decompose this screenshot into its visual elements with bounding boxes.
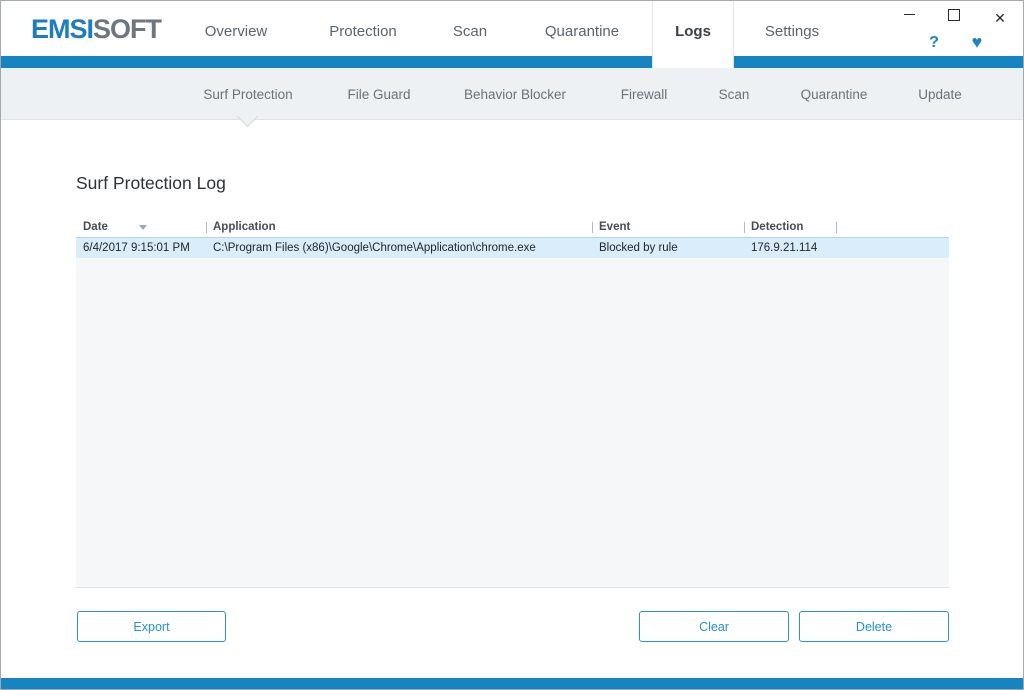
surf-protection-log-table: Date Application Event Detection 6/4/201… <box>76 219 949 588</box>
column-header-detection[interactable]: Detection <box>744 219 836 237</box>
logs-subnav: Surf Protection File Guard Behavior Bloc… <box>1 68 1023 120</box>
subnav-behavior-blocker[interactable]: Behavior Blocker <box>464 68 566 119</box>
help-button[interactable]: ? <box>922 32 946 54</box>
heart-button[interactable]: ♥ <box>965 31 989 53</box>
logo-text-soft: SOFT <box>93 14 162 44</box>
cell-detection: 176.9.21.114 <box>751 242 818 254</box>
column-divider <box>744 222 745 233</box>
table-empty-area <box>76 258 949 587</box>
column-header-date[interactable]: Date <box>76 219 206 237</box>
subnav-quarantine[interactable]: Quarantine <box>801 68 868 119</box>
column-header-spacer <box>836 219 949 237</box>
close-icon: ✕ <box>994 10 1006 26</box>
column-header-application[interactable]: Application <box>206 219 592 237</box>
emsisoft-logo: EMSISOFT <box>31 14 162 44</box>
column-header-event[interactable]: Event <box>592 219 744 237</box>
heart-icon: ♥ <box>971 32 983 52</box>
cell-application: C:\Program Files (x86)\Google\Chrome\App… <box>213 242 536 254</box>
app-window: EMSISOFT Overview Protection Scan Quaran… <box>0 0 1024 690</box>
subnav-file-guard[interactable]: File Guard <box>347 68 410 119</box>
maximize-button[interactable] <box>939 6 969 30</box>
accent-bar <box>1 56 1023 68</box>
bottom-accent-bar <box>1 678 1023 689</box>
tab-overview[interactable]: Overview <box>205 1 268 56</box>
tab-protection[interactable]: Protection <box>329 1 397 56</box>
sort-descending-icon <box>139 225 147 230</box>
question-mark-icon: ? <box>929 34 939 51</box>
minimize-button[interactable] <box>894 6 924 30</box>
delete-button[interactable]: Delete <box>799 611 949 642</box>
cell-event: Blocked by rule <box>599 242 678 254</box>
export-button[interactable]: Export <box>77 611 226 642</box>
tab-scan[interactable]: Scan <box>453 1 487 56</box>
subnav-update[interactable]: Update <box>918 68 962 119</box>
table-header-row: Date Application Event Detection <box>76 219 949 237</box>
subnav-firewall[interactable]: Firewall <box>621 68 668 119</box>
cell-date: 6/4/2017 9:15:01 PM <box>83 242 190 254</box>
tab-logs-active[interactable]: Logs <box>652 1 734 68</box>
column-divider <box>836 222 837 233</box>
table-row[interactable]: 6/4/2017 9:15:01 PM C:\Program Files (x8… <box>76 237 949 258</box>
maximize-icon <box>948 9 960 21</box>
column-divider <box>206 222 207 233</box>
page-title: Surf Protection Log <box>76 173 226 193</box>
top-bar: EMSISOFT Overview Protection Scan Quaran… <box>1 1 1023 56</box>
tab-settings[interactable]: Settings <box>765 1 819 56</box>
minimize-icon <box>903 14 915 15</box>
clear-button[interactable]: Clear <box>639 611 789 642</box>
column-divider <box>592 222 593 233</box>
close-button[interactable]: ✕ <box>985 6 1015 30</box>
logo-text-emsi: EMSI <box>31 14 94 44</box>
cell-spacer <box>836 238 949 258</box>
tab-quarantine[interactable]: Quarantine <box>545 1 619 56</box>
subnav-scan[interactable]: Scan <box>719 68 750 119</box>
